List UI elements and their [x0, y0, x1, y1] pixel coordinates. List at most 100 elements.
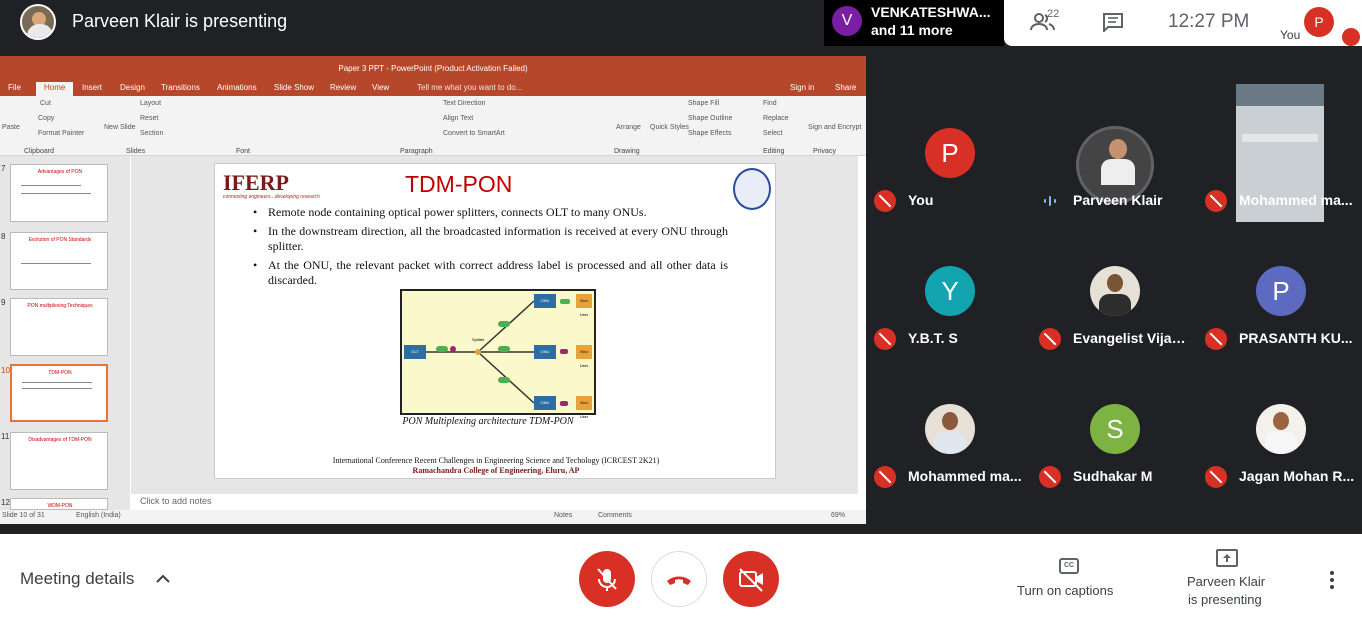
slide-thumbnail[interactable]: Advantages of PON — [10, 164, 108, 222]
splitter-label: Splitter — [472, 337, 485, 342]
share-button[interactable]: Share — [835, 83, 856, 92]
participant-tile[interactable]: Mohammed ma... — [866, 360, 1032, 498]
participant-avatar: S — [1090, 404, 1140, 454]
group-drawing: Drawing — [614, 148, 640, 155]
cut-button[interactable]: Cut — [40, 100, 51, 107]
participant-avatar: Y — [925, 266, 975, 316]
speaking-icon — [1044, 196, 1056, 206]
text-direction-button[interactable]: Text Direction — [443, 100, 485, 107]
tell-me-box[interactable]: Tell me what you want to do... — [417, 83, 522, 92]
section-button[interactable]: Section — [140, 130, 163, 137]
comments-toggle[interactable]: Comments — [598, 512, 632, 519]
participant-tile[interactable]: S Sudhakar M — [1031, 360, 1197, 498]
participant-name: Evangelist Vijayk... — [1073, 330, 1193, 346]
presenting-status-text[interactable]: is presenting — [1188, 592, 1262, 607]
presenter-title: Parveen Klair is presenting — [72, 11, 288, 31]
captions-icon[interactable]: CC — [1059, 558, 1079, 574]
more-options-icon[interactable] — [1329, 571, 1335, 589]
participant-avatar[interactable]: V — [832, 6, 862, 36]
ribbon: Paste Cut Copy Format Painter New Slide … — [0, 96, 866, 156]
convert-smartart-button[interactable]: Convert to SmartArt — [443, 130, 505, 137]
participant-tile[interactable]: P You — [866, 84, 1032, 222]
slide-thumbnail[interactable]: Disadvantages of TDM-PON — [10, 432, 108, 490]
align-text-button[interactable]: Align Text — [443, 115, 473, 122]
shape-effects-button[interactable]: Shape Effects — [688, 130, 731, 137]
chevron-up-icon[interactable] — [156, 574, 170, 584]
layout-button[interactable]: Layout — [140, 100, 161, 107]
slide: IFERP connecting engineers...developing … — [214, 163, 776, 479]
arrange-button[interactable]: Arrange — [616, 124, 641, 131]
group-slides: Slides — [126, 148, 146, 155]
tab-transitions[interactable]: Transitions — [161, 83, 200, 92]
participant-tile[interactable]: Evangelist Vijayk... — [1031, 222, 1197, 360]
reset-button[interactable]: Reset — [140, 115, 158, 122]
tab-slide-show[interactable]: Slide Show — [274, 83, 314, 92]
participant-name: Sudhakar M — [1073, 468, 1153, 484]
shape-outline-button[interactable]: Shape Outline — [688, 115, 732, 122]
self-label: You — [1280, 28, 1301, 42]
diagram-caption: PON Multiplexing architecture TDM-PON — [402, 416, 574, 427]
tab-design[interactable]: Design — [120, 83, 145, 92]
thumb-number: 8 — [1, 232, 6, 241]
slide-thumbnail[interactable]: WDM-PON — [10, 498, 108, 510]
tab-insert[interactable]: Insert — [82, 83, 102, 92]
new-slide-button[interactable]: New Slide — [104, 124, 136, 131]
participant-name: Jagan Mohan R... — [1239, 468, 1355, 484]
slide-thumbnail-selected[interactable]: TDM-PON — [10, 364, 108, 422]
college-name: Ramachandra College of Engineering, Elur… — [412, 466, 580, 475]
camera-off-icon — [739, 568, 763, 592]
onu-box: ONU — [534, 396, 556, 410]
slide-thumbnails-pane[interactable]: 7 Advantages of PON 8 Evolution of PON S… — [0, 156, 130, 510]
replace-button[interactable]: Replace — [763, 115, 789, 122]
camera-toggle-button[interactable] — [723, 551, 779, 607]
thumb-number: 12 — [1, 498, 10, 507]
people-count: 22 — [1047, 8, 1060, 20]
tab-animations[interactable]: Animations — [217, 83, 257, 92]
tab-review[interactable]: Review — [330, 83, 356, 92]
presenting-status-name[interactable]: Parveen Klair — [1187, 574, 1265, 589]
notes-toggle[interactable]: Notes — [554, 512, 572, 519]
shape-fill-button[interactable]: Shape Fill — [688, 100, 719, 107]
find-button[interactable]: Find — [763, 100, 777, 107]
format-painter-button[interactable]: Format Painter — [38, 130, 84, 137]
slide-thumbnail[interactable]: PON multiplexing Techniques — [10, 298, 108, 356]
participant-tile[interactable]: Parveen Klair — [1031, 84, 1197, 222]
onu-box: ONU — [534, 345, 556, 359]
participant-name: VENKATESHWA... — [871, 4, 991, 20]
status-language[interactable]: English (India) — [76, 512, 121, 519]
group-paragraph: Paragraph — [400, 148, 433, 155]
meeting-details-button[interactable]: Meeting details — [20, 569, 134, 589]
copy-button[interactable]: Copy — [38, 115, 54, 122]
participant-tile[interactable]: Jagan Mohan R... — [1197, 360, 1362, 498]
mic-off-icon — [1039, 466, 1061, 488]
participant-tile[interactable]: P PRASANTH KU... — [1197, 222, 1362, 360]
leave-call-button[interactable] — [651, 551, 707, 607]
thumb-title: Disadvantages of TDM-PON — [28, 437, 92, 443]
mic-off-icon — [874, 190, 896, 212]
slide-bullet: At the ONU, the relevant packet with cor… — [253, 258, 728, 288]
sign-in-link[interactable]: Sign in — [790, 83, 814, 92]
participant-tile[interactable]: Mohammed ma... — [1197, 84, 1362, 222]
quick-styles-button[interactable]: Quick Styles — [650, 124, 689, 131]
presenter-avatar — [20, 4, 56, 40]
group-editing: Editing — [763, 148, 785, 155]
sign-encrypt-button[interactable]: Sign and Encrypt — [808, 124, 861, 131]
captions-button[interactable]: Turn on captions — [1017, 583, 1113, 598]
slide-thumbnail[interactable]: Evolution of PON Standards — [10, 232, 108, 290]
select-button[interactable]: Select — [763, 130, 782, 137]
participant-tile[interactable]: Y Y.B.T. S — [866, 222, 1032, 360]
tab-home[interactable]: Home — [36, 82, 74, 96]
self-avatar[interactable]: P — [1304, 7, 1334, 37]
ribbon-tabs: File Home Insert Design Transitions Anim… — [0, 82, 866, 96]
top-bar: Parveen Klair is presenting V VENKATESHW… — [0, 0, 1362, 46]
mic-off-icon — [1039, 328, 1061, 350]
mic-toggle-button[interactable] — [579, 551, 635, 607]
tab-file[interactable]: File — [8, 83, 21, 92]
paste-button[interactable]: Paste — [2, 124, 20, 131]
present-screen-icon[interactable] — [1216, 549, 1238, 567]
tab-view[interactable]: View — [372, 83, 389, 92]
zoom-level[interactable]: 69% — [831, 512, 845, 519]
chat-icon[interactable] — [1102, 12, 1124, 32]
slide-bullet: In the downstream direction, all the bro… — [253, 224, 728, 254]
notes-pane[interactable]: Click to add notes — [131, 494, 858, 510]
